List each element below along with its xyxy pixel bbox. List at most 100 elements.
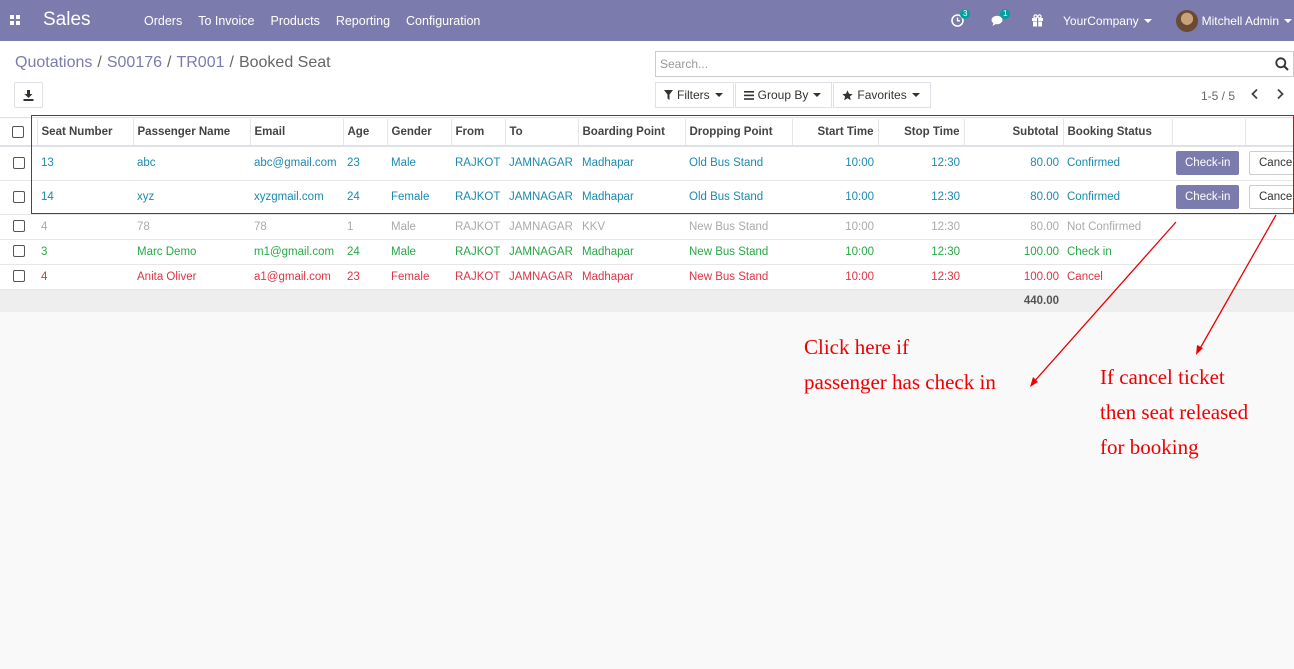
stop-time-cell: 12:30 [878,264,964,290]
age-cell: 24 [343,180,387,215]
export-download-button[interactable] [14,82,43,108]
subtotal-cell: 80.00 [964,180,1063,215]
row-checkbox[interactable] [12,220,25,233]
table-row[interactable]: 3 Marc Demo m1@gmail.com 24 Male RAJKOT … [0,239,1294,265]
row-select-cell [0,214,37,240]
email-cell: 78 [250,214,343,240]
favorites-button[interactable]: Favorites [833,82,931,108]
table-row[interactable]: 4 Anita Oliver a1@gmail.com 23 Female RA… [0,264,1294,290]
col-passenger-name[interactable]: Passenger Name [133,119,251,147]
col-start-time[interactable]: Start Time [792,119,879,147]
control-panel: Quotations/S00176/TR001/Booked Seat Filt… [0,41,1294,118]
booking-status-cell: Not Confirmed [1063,214,1172,240]
booking-status-cell: Confirmed [1063,146,1172,181]
chevron-left-icon[interactable] [1250,88,1260,100]
checkin-button[interactable]: Check-in [1176,151,1240,176]
groupby-button[interactable]: Group By [734,82,833,108]
menu-reporting[interactable]: Reporting [328,14,398,28]
messages-chat-icon[interactable]: 1 [991,8,1011,28]
apps-menu-icon[interactable] [10,15,20,25]
pager-value[interactable]: 1-5 / 5 [1201,89,1235,103]
start-time-cell: 10:00 [792,239,878,265]
menu-to-invoice[interactable]: To Invoice [190,14,262,28]
col-subtotal[interactable]: Subtotal [964,119,1064,147]
boarding-point-cell: Madhapar [578,146,685,181]
col-dropping-point[interactable]: Dropping Point [685,119,793,147]
annotation-line: Click here if [804,335,909,359]
chevron-down-icon [714,93,723,97]
email-cell: abc@gmail.com [250,146,343,181]
menu-products[interactable]: Products [262,14,327,28]
cancel-button[interactable]: Cancel [1249,185,1294,209]
age-cell: 1 [343,214,387,240]
table-row[interactable]: 14 xyz xyzgmail.com 24 Female RAJKOT JAM… [0,180,1294,215]
breadcrumb-trip[interactable]: TR001 [176,54,224,71]
row-checkbox[interactable] [12,157,25,170]
cancel-cell: Cancel [1245,146,1294,181]
breadcrumb-order[interactable]: S00176 [107,54,162,71]
age-cell: 24 [343,239,387,265]
booking-status-cell: Cancel [1063,264,1172,290]
gift-icon[interactable] [1031,13,1045,28]
menu-configuration[interactable]: Configuration [398,14,488,28]
col-from[interactable]: From [451,119,506,147]
from-cell: RAJKOT [451,264,505,290]
gender-cell: Female [387,180,451,215]
footer-spacer [1063,289,1294,312]
search-options: Filters Group By Favorites [655,82,932,108]
breadcrumb-quotations[interactable]: Quotations [15,54,92,71]
col-cancel-action [1245,119,1294,147]
groupby-label: Group By [757,88,809,102]
annotation-line: If cancel ticket [1100,365,1225,389]
col-to[interactable]: To [505,119,579,147]
checkin-cell: Check-in [1172,146,1245,181]
chevron-down-icon [1143,19,1152,24]
email-cell: m1@gmail.com [250,239,343,265]
table-row[interactable]: 13 abc abc@gmail.com 23 Male RAJKOT JAMN… [0,146,1294,181]
annotation-line: then seat released [1100,400,1249,424]
row-checkbox[interactable] [12,190,25,203]
from-cell: RAJKOT [451,214,505,240]
to-cell: JAMNAGAR [505,264,578,290]
select-all-checkbox[interactable] [12,125,25,138]
table-row[interactable]: 4 78 78 1 Male RAJKOT JAMNAGAR KKV New B… [0,214,1294,240]
app-title[interactable]: Sales [43,9,91,31]
col-stop-time[interactable]: Stop Time [878,119,965,147]
dropping-point-cell: New Bus Stand [685,264,792,290]
chevron-right-icon[interactable] [1275,88,1285,100]
checkin-cell [1172,239,1245,265]
col-booking-status[interactable]: Booking Status [1063,119,1173,147]
chevron-down-icon [1284,19,1292,24]
from-cell: RAJKOT [451,146,505,181]
stop-time-cell: 12:30 [878,214,964,240]
row-checkbox[interactable] [12,245,25,258]
col-email[interactable]: Email [250,119,344,147]
col-age[interactable]: Age [343,119,388,147]
passenger-name-cell: 78 [133,214,250,240]
boarding-point-cell: Madhapar [578,264,685,290]
search-input[interactable] [656,52,1256,76]
activity-clock-icon[interactable]: 3 [951,8,971,28]
company-switcher[interactable]: YourCompany [1063,14,1152,28]
annotation-line: for booking [1100,435,1199,459]
row-checkbox[interactable] [12,270,25,283]
filters-button[interactable]: Filters [655,82,734,108]
subtotal-cell: 80.00 [964,146,1063,181]
boarding-point-cell: Madhapar [578,239,685,265]
col-gender[interactable]: Gender [387,119,452,147]
checkin-button[interactable]: Check-in [1176,185,1240,209]
menu-orders[interactable]: Orders [136,14,190,28]
col-seat-number[interactable]: Seat Number [37,119,134,147]
search-bar [655,51,1294,77]
annotation-cancel-note: If cancel ticket then seat released for … [1100,360,1248,465]
user-avatar[interactable] [1175,9,1198,32]
cancel-button[interactable]: Cancel [1249,151,1294,176]
breadcrumb-separator: / [229,54,234,71]
row-select-cell [0,180,37,215]
favorites-label: Favorites [857,88,907,102]
user-menu[interactable]: Mitchell Admin [1202,14,1292,28]
search-icon[interactable] [1275,57,1289,71]
user-name: Mitchell Admin [1201,13,1279,28]
col-boarding-point[interactable]: Boarding Point [578,119,686,147]
seat-number-cell: 13 [37,146,133,181]
